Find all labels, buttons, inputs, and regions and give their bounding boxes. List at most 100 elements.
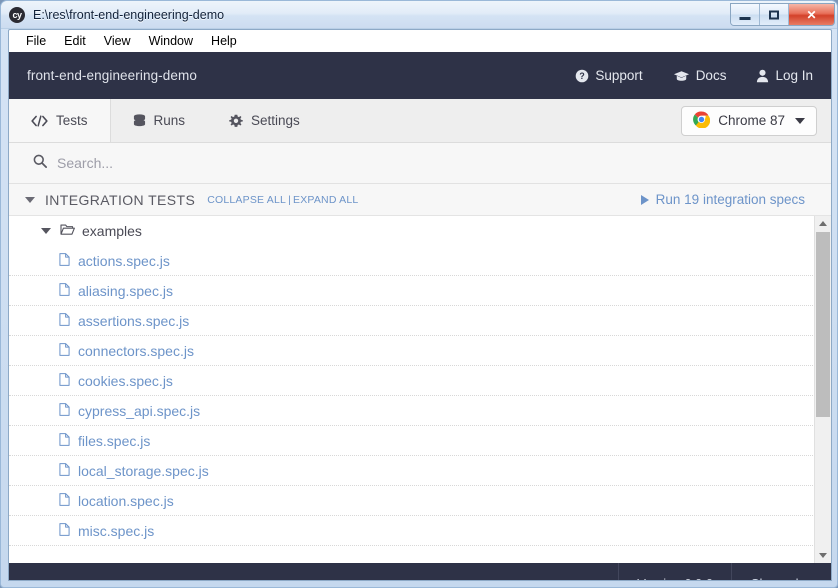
graduation-cap-icon	[673, 69, 690, 83]
search-icon	[33, 154, 47, 173]
file-icon	[59, 522, 70, 539]
spec-list-item[interactable]: connectors.spec.js	[9, 336, 831, 366]
folder-label: examples	[82, 223, 142, 239]
tab-runs[interactable]: Runs	[111, 99, 208, 142]
tab-tests-label: Tests	[56, 113, 88, 128]
question-circle-icon: ?	[575, 69, 589, 83]
code-brackets-icon	[31, 114, 48, 127]
file-icon	[59, 342, 70, 359]
database-stack-icon	[133, 113, 146, 128]
spec-name: cypress_api.spec.js	[78, 402, 201, 419]
support-link[interactable]: ? Support	[575, 68, 643, 83]
file-icon	[59, 312, 70, 329]
header-links: ? Support Docs Log In	[575, 68, 813, 83]
expand-all-link[interactable]: EXPAND ALL	[293, 194, 358, 206]
gear-icon	[229, 114, 243, 128]
chevron-down-icon	[819, 553, 827, 558]
file-icon	[59, 462, 70, 479]
app-header: front-end-engineering-demo ? Support Doc…	[9, 52, 831, 99]
login-link[interactable]: Log In	[756, 68, 813, 83]
chrome-logo-icon	[693, 110, 711, 131]
window-titlebar[interactable]: cy E:\res\front-end-engineering-demo ✕	[1, 1, 837, 29]
spec-name: location.spec.js	[78, 492, 174, 509]
menu-item-view[interactable]: View	[95, 32, 140, 50]
file-icon	[59, 252, 70, 269]
file-icon	[59, 432, 70, 449]
scroll-down-button[interactable]	[815, 548, 831, 563]
tabbar: Tests Runs Settings Chrome 87	[9, 99, 831, 143]
run-all-specs-label: Run 19 integration specs	[655, 192, 805, 207]
menu-item-help[interactable]: Help	[202, 32, 246, 50]
tab-tests[interactable]: Tests	[9, 99, 111, 142]
changelog-link[interactable]: Changelog	[731, 563, 831, 580]
chevron-up-icon	[819, 221, 827, 226]
spec-list-item[interactable]: assertions.spec.js	[9, 306, 831, 336]
spec-folder-examples[interactable]: examples	[9, 216, 831, 246]
file-icon	[59, 282, 70, 299]
spec-name: files.spec.js	[78, 432, 151, 449]
maximize-button[interactable]	[760, 4, 789, 25]
spec-name: assertions.spec.js	[78, 312, 190, 329]
spec-list-scrollbar[interactable]	[814, 216, 831, 563]
play-icon	[640, 194, 649, 205]
cypress-cy-logo-icon: cy	[9, 6, 25, 23]
spec-name: aliasing.spec.js	[78, 282, 173, 299]
version-label: Version 6.0.0	[618, 563, 731, 580]
chevron-down-icon	[795, 117, 805, 124]
file-icon	[59, 492, 70, 509]
minimize-icon	[739, 17, 751, 21]
svg-text:?: ?	[580, 71, 585, 81]
scrollbar-thumb[interactable]	[816, 232, 830, 417]
spec-list-item[interactable]: cookies.spec.js	[9, 366, 831, 396]
spec-list-item[interactable]: files.spec.js	[9, 426, 831, 456]
browser-selector[interactable]: Chrome 87	[681, 105, 817, 136]
scroll-up-button[interactable]	[815, 216, 831, 231]
close-icon: ✕	[806, 7, 817, 22]
actions-separator: |	[288, 193, 291, 206]
docs-label: Docs	[695, 68, 727, 83]
chevron-down-icon[interactable]	[25, 196, 35, 203]
spec-list-item[interactable]: cypress_api.spec.js	[9, 396, 831, 426]
search-bar[interactable]	[9, 143, 831, 184]
spec-list-item[interactable]: actions.spec.js	[9, 246, 831, 276]
file-icon	[59, 372, 70, 389]
app-footer: Version 6.0.0 Changelog ◎掘金技术社区	[9, 563, 831, 580]
collapse-all-link[interactable]: COLLAPSE ALL	[207, 194, 286, 206]
menu-item-edit[interactable]: Edit	[55, 32, 95, 50]
collapse-expand-actions: COLLAPSE ALL | EXPAND ALL	[207, 194, 358, 206]
spec-name: misc.spec.js	[78, 522, 155, 539]
folder-open-icon	[60, 223, 75, 239]
spec-list: examples actions.spec.js aliasing.spec.j…	[9, 216, 831, 563]
spec-name: connectors.spec.js	[78, 342, 194, 359]
specs-group-header: INTEGRATION TESTS COLLAPSE ALL | EXPAND AL…	[9, 184, 831, 216]
spec-name: cookies.spec.js	[78, 372, 173, 389]
tab-settings[interactable]: Settings	[207, 99, 322, 142]
spec-list-item[interactable]: location.spec.js	[9, 486, 831, 516]
spec-list-item[interactable]: local_storage.spec.js	[9, 456, 831, 486]
specs-group-title: INTEGRATION TESTS	[45, 191, 196, 208]
maximize-icon	[769, 10, 779, 19]
menubar: File Edit View Window Help	[8, 29, 832, 52]
tab-runs-label: Runs	[153, 113, 186, 128]
minimize-button[interactable]	[731, 4, 760, 25]
support-label: Support	[595, 68, 643, 83]
app-content-frame: front-end-engineering-demo ? Support Doc…	[8, 52, 832, 581]
file-icon	[59, 402, 70, 419]
user-icon	[756, 69, 769, 83]
tab-settings-label: Settings	[251, 113, 300, 128]
login-label: Log In	[775, 68, 813, 83]
spec-list-item[interactable]: aliasing.spec.js	[9, 276, 831, 306]
search-input[interactable]	[57, 155, 477, 171]
spec-list-item[interactable]: misc.spec.js	[9, 516, 831, 546]
menu-item-window[interactable]: Window	[140, 32, 202, 50]
menu-item-file[interactable]: File	[17, 32, 55, 50]
spec-name: actions.spec.js	[78, 252, 170, 269]
chevron-down-icon	[41, 228, 51, 234]
spec-name: local_storage.spec.js	[78, 462, 209, 479]
os-window: cy E:\res\front-end-engineering-demo ✕ F…	[0, 0, 838, 588]
close-button[interactable]: ✕	[789, 4, 834, 25]
browser-selector-label: Chrome 87	[718, 113, 785, 128]
run-all-specs-button[interactable]: Run 19 integration specs	[640, 192, 819, 207]
docs-link[interactable]: Docs	[673, 68, 727, 83]
window-title: E:\res\front-end-engineering-demo	[33, 7, 225, 22]
